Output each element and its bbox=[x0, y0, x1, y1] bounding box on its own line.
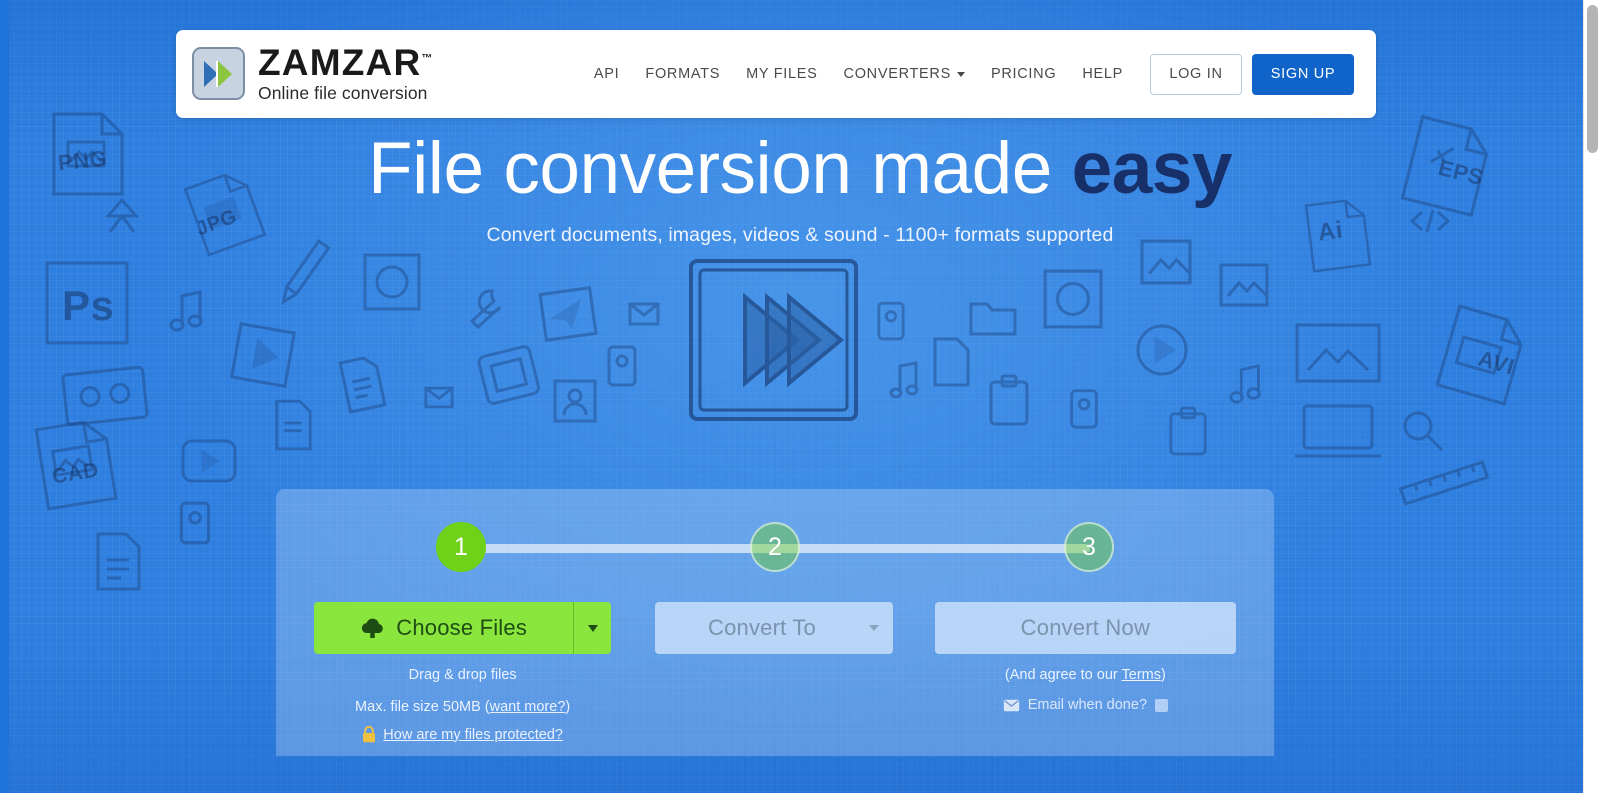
step-3[interactable]: 3 bbox=[1064, 522, 1114, 572]
terms-hint: (And agree to our Terms) bbox=[935, 665, 1236, 686]
brand-tagline: Online file conversion bbox=[258, 82, 428, 103]
convert-now-slot: Convert Now (And agree to our Terms) Ema… bbox=[934, 602, 1236, 743]
hero-section: File conversion made easy Convert docume… bbox=[0, 131, 1600, 247]
step-1[interactable]: 1 bbox=[436, 522, 486, 572]
caret-down-icon bbox=[868, 625, 879, 631]
terms-link[interactable]: Terms bbox=[1122, 667, 1161, 683]
login-button[interactable]: LOG IN bbox=[1150, 53, 1242, 95]
converter-panel: 1 2 3 Choose Files Drag & drop files Max… bbox=[276, 489, 1274, 756]
hero-subtitle: Convert documents, images, videos & soun… bbox=[486, 224, 1114, 247]
site-header: ZAMZAR™ Online file conversion API FORMA… bbox=[176, 30, 1376, 118]
choose-files-button[interactable]: Choose Files bbox=[314, 602, 612, 654]
cloud-upload-icon bbox=[362, 618, 383, 638]
signup-button[interactable]: SIGN UP bbox=[1252, 53, 1354, 95]
scrollbar-thumb[interactable] bbox=[1587, 5, 1598, 153]
double-chevron-icon bbox=[192, 47, 245, 101]
hero-title-accent: easy bbox=[1071, 128, 1233, 209]
terms-prefix: (And agree to our bbox=[1004, 667, 1122, 683]
vertical-scrollbar[interactable] bbox=[1583, 0, 1600, 793]
brand-name: ZAMZAR™ bbox=[258, 44, 432, 82]
email-when-done-label: Email when done? bbox=[1027, 697, 1148, 714]
email-when-done-checkbox[interactable] bbox=[1155, 698, 1169, 712]
step-indicator: 1 2 3 bbox=[436, 522, 1114, 572]
lock-icon bbox=[363, 726, 376, 743]
convert-to-slot: Convert To bbox=[655, 602, 893, 743]
choose-files-dropdown-toggle[interactable] bbox=[573, 602, 611, 654]
nav-item-formats[interactable]: FORMATS bbox=[632, 66, 733, 82]
converter-actions: Choose Files Drag & drop files Max. file… bbox=[314, 602, 1236, 743]
choose-files-slot: Choose Files Drag & drop files Max. file… bbox=[314, 602, 612, 743]
max-file-size-hint: Max. file size 50MB (want more?) bbox=[314, 697, 611, 718]
nav-item-converters-label: CONVERTERS bbox=[843, 66, 951, 82]
page-root: PNG JPG Ps CAD EPS Ai AVI ZAMZAR™ Online… bbox=[0, 0, 1600, 793]
email-when-done-row: Email when done? bbox=[935, 697, 1236, 713]
page-left-edge bbox=[0, 0, 9, 793]
brand-logo[interactable]: ZAMZAR™ Online file conversion bbox=[192, 44, 432, 104]
files-protected-row: How are my files protected? bbox=[314, 726, 611, 743]
nav-item-my-files[interactable]: MY FILES bbox=[733, 66, 830, 82]
main-navigation: API FORMATS MY FILES CONVERTERS PRICING … bbox=[581, 53, 1354, 95]
choose-files-label: Choose Files bbox=[396, 615, 528, 640]
brand-trademark: ™ bbox=[421, 52, 433, 65]
nav-item-api[interactable]: API bbox=[581, 66, 632, 82]
envelope-icon bbox=[1003, 699, 1019, 711]
max-size-suffix: ) bbox=[565, 699, 571, 716]
convert-now-button[interactable]: Convert Now bbox=[934, 602, 1236, 654]
step-2[interactable]: 2 bbox=[750, 522, 800, 572]
nav-item-pricing[interactable]: PRICING bbox=[978, 66, 1069, 82]
want-more-link[interactable]: want more? bbox=[490, 699, 566, 715]
convert-to-dropdown[interactable]: Convert To bbox=[655, 602, 893, 654]
choose-files-main[interactable]: Choose Files bbox=[314, 602, 573, 654]
page-title: File conversion made easy bbox=[0, 131, 1600, 206]
hero-title-main: File conversion made bbox=[367, 128, 1072, 209]
terms-suffix: ) bbox=[1160, 667, 1166, 683]
max-size-prefix: Max. file size 50MB ( bbox=[355, 699, 490, 716]
brand-text: ZAMZAR™ Online file conversion bbox=[258, 44, 432, 104]
convert-to-label: Convert To bbox=[708, 615, 816, 640]
files-protected-link[interactable]: How are my files protected? bbox=[383, 727, 563, 743]
nav-item-converters[interactable]: CONVERTERS bbox=[831, 66, 978, 82]
caret-down-icon bbox=[587, 624, 598, 632]
drag-drop-hint: Drag & drop files bbox=[408, 667, 517, 683]
nav-item-help[interactable]: HELP bbox=[1069, 66, 1136, 82]
brand-name-text: ZAMZAR bbox=[258, 42, 422, 84]
hero-play-button-sketch bbox=[685, 255, 862, 425]
chevron-down-icon bbox=[956, 71, 965, 77]
